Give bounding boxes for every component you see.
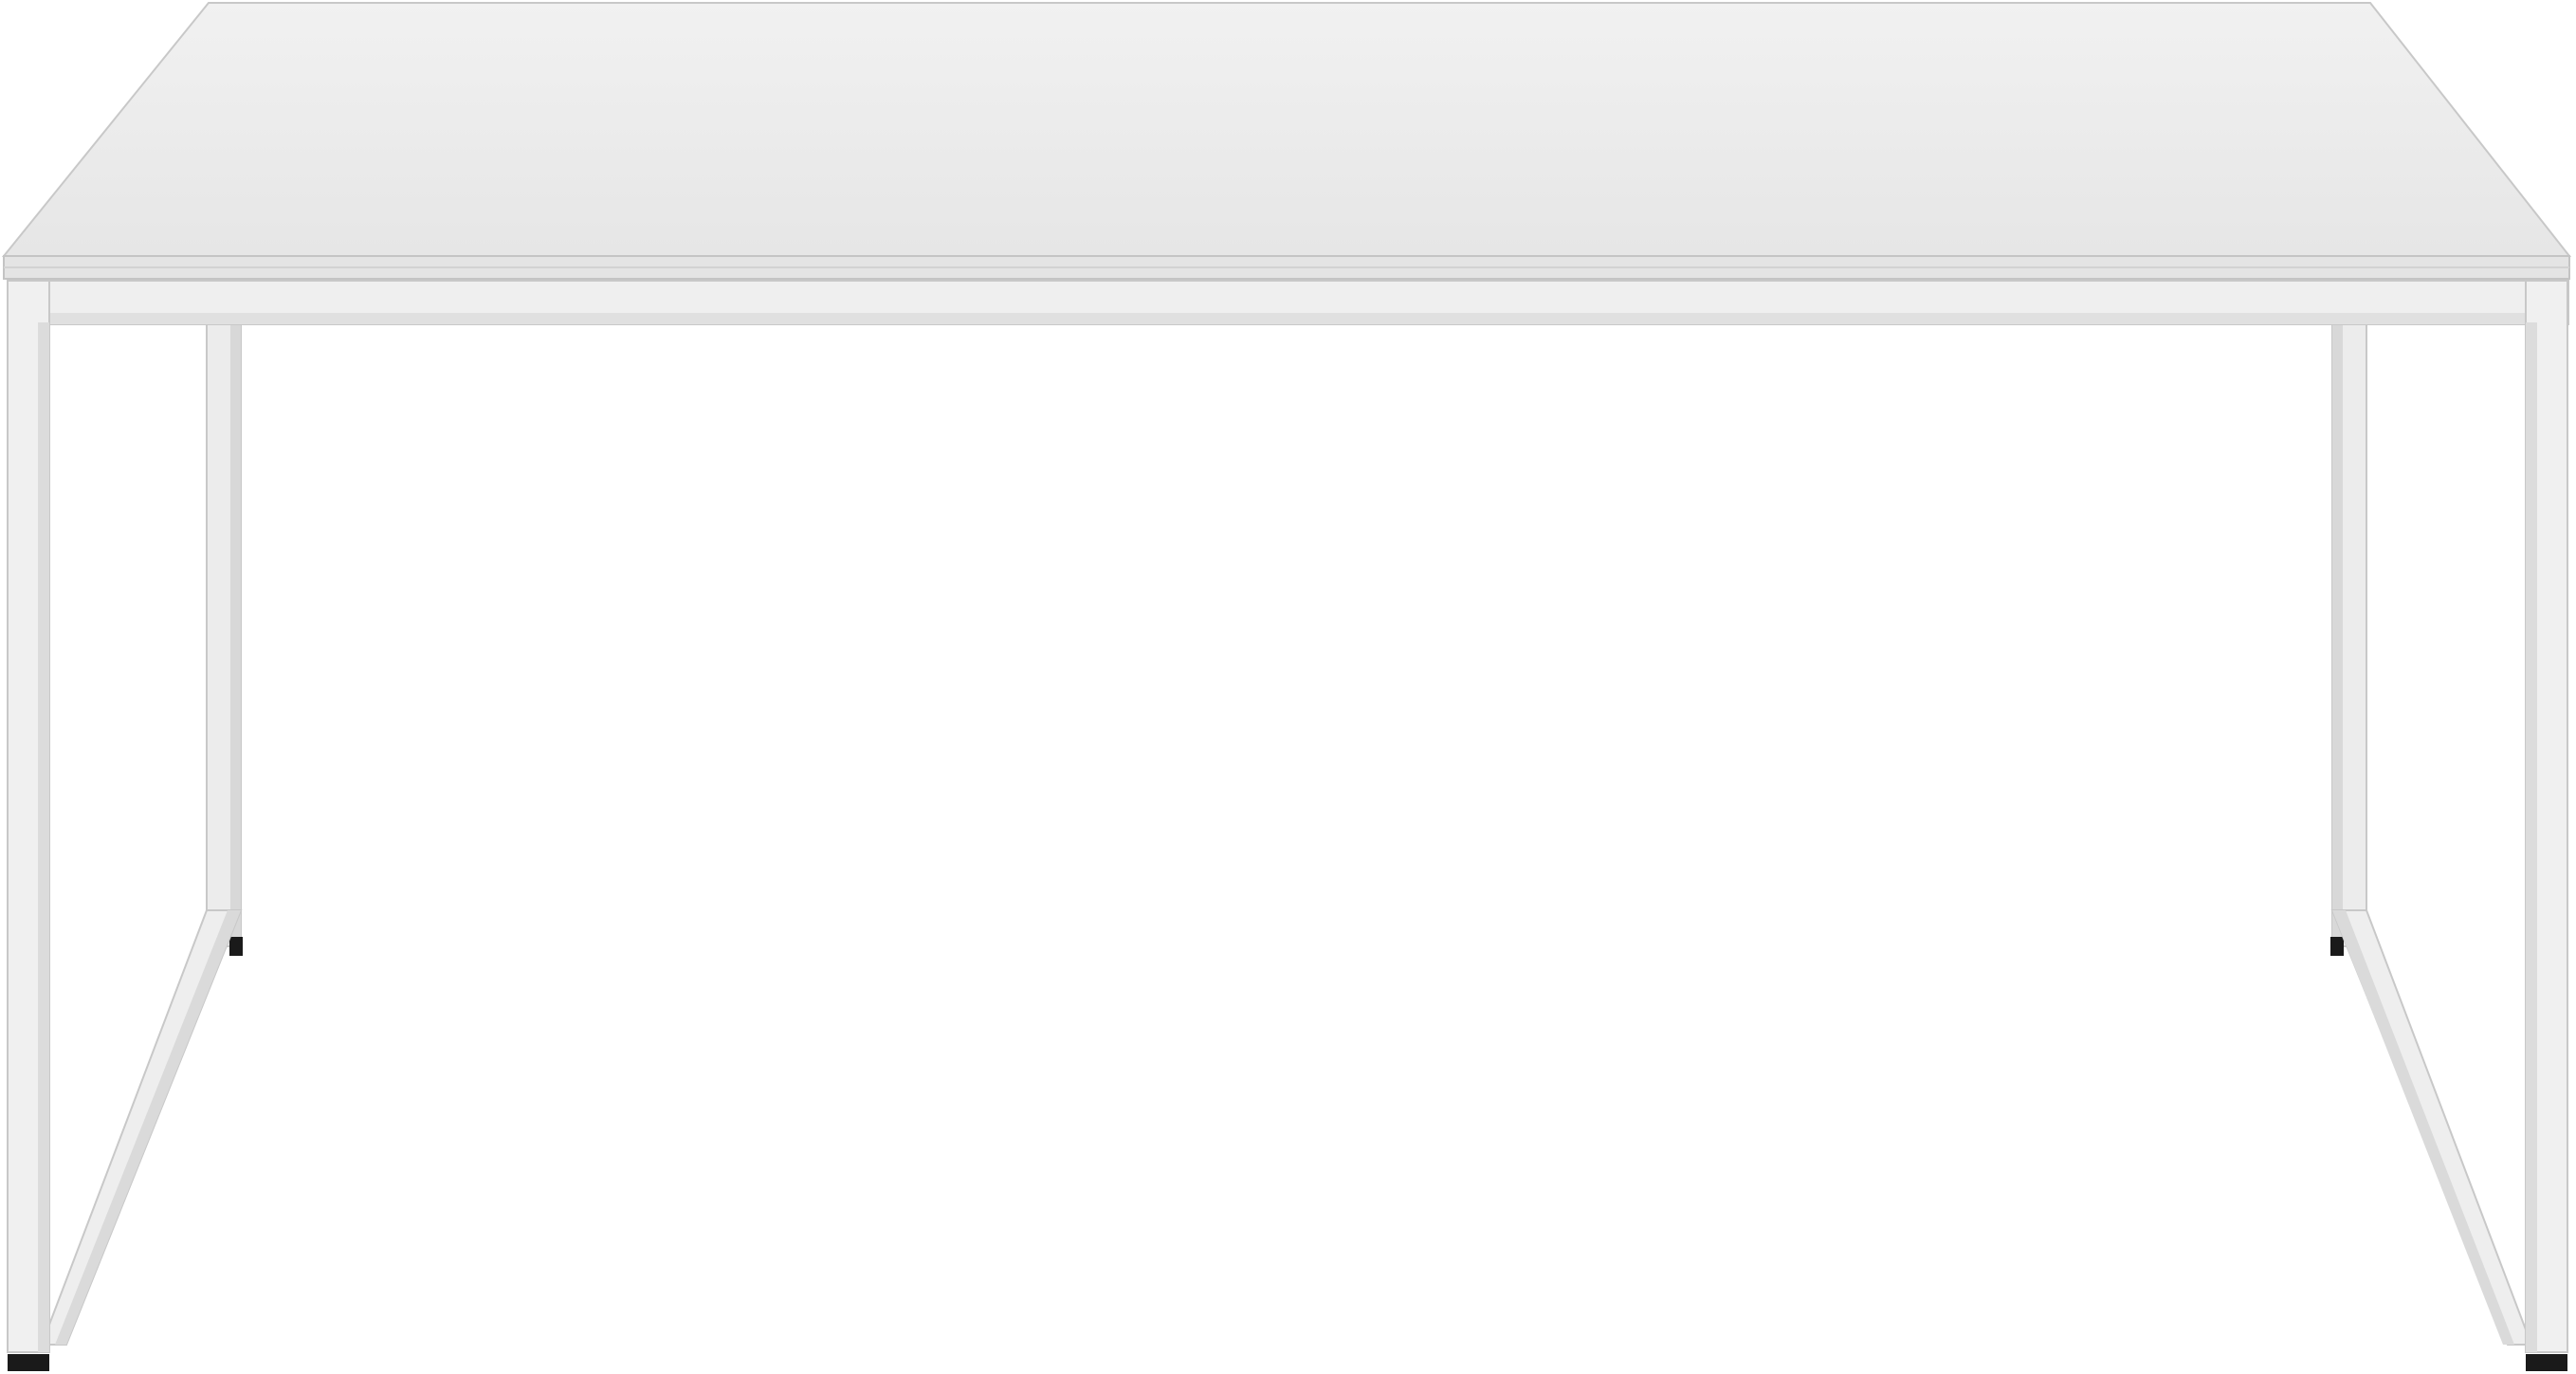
tabletop <box>1 1 2572 280</box>
product-image <box>0 0 2576 1374</box>
front-right-leg <box>2525 280 2568 1371</box>
left-bottom-rail <box>40 909 243 1346</box>
front-left-leg <box>7 280 50 1371</box>
table-illustration <box>1 1 2572 1371</box>
right-bottom-rail <box>2330 909 2533 1346</box>
apron-frame <box>7 280 2569 325</box>
back-right-leg <box>2330 320 2367 956</box>
back-left-leg <box>206 320 243 956</box>
